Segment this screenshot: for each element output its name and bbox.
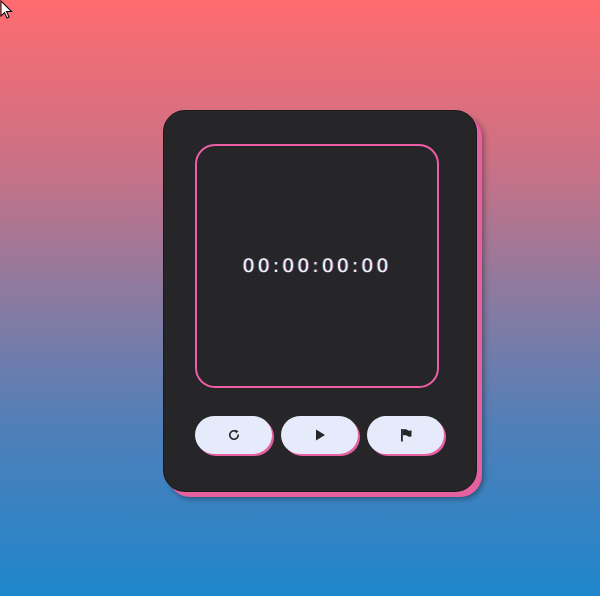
- stopwatch-card: 00:00:00:00: [163, 110, 477, 492]
- reset-icon: [227, 428, 241, 442]
- control-buttons: [195, 416, 447, 456]
- mouse-cursor-icon: [0, 0, 13, 19]
- lap-flag-button[interactable]: [367, 416, 444, 454]
- reset-button[interactable]: [195, 416, 272, 454]
- flag-icon: [399, 428, 413, 442]
- play-icon: [313, 428, 327, 442]
- time-readout: 00:00:00:00: [242, 255, 392, 277]
- play-button[interactable]: [281, 416, 358, 454]
- time-display-panel: 00:00:00:00: [195, 144, 439, 388]
